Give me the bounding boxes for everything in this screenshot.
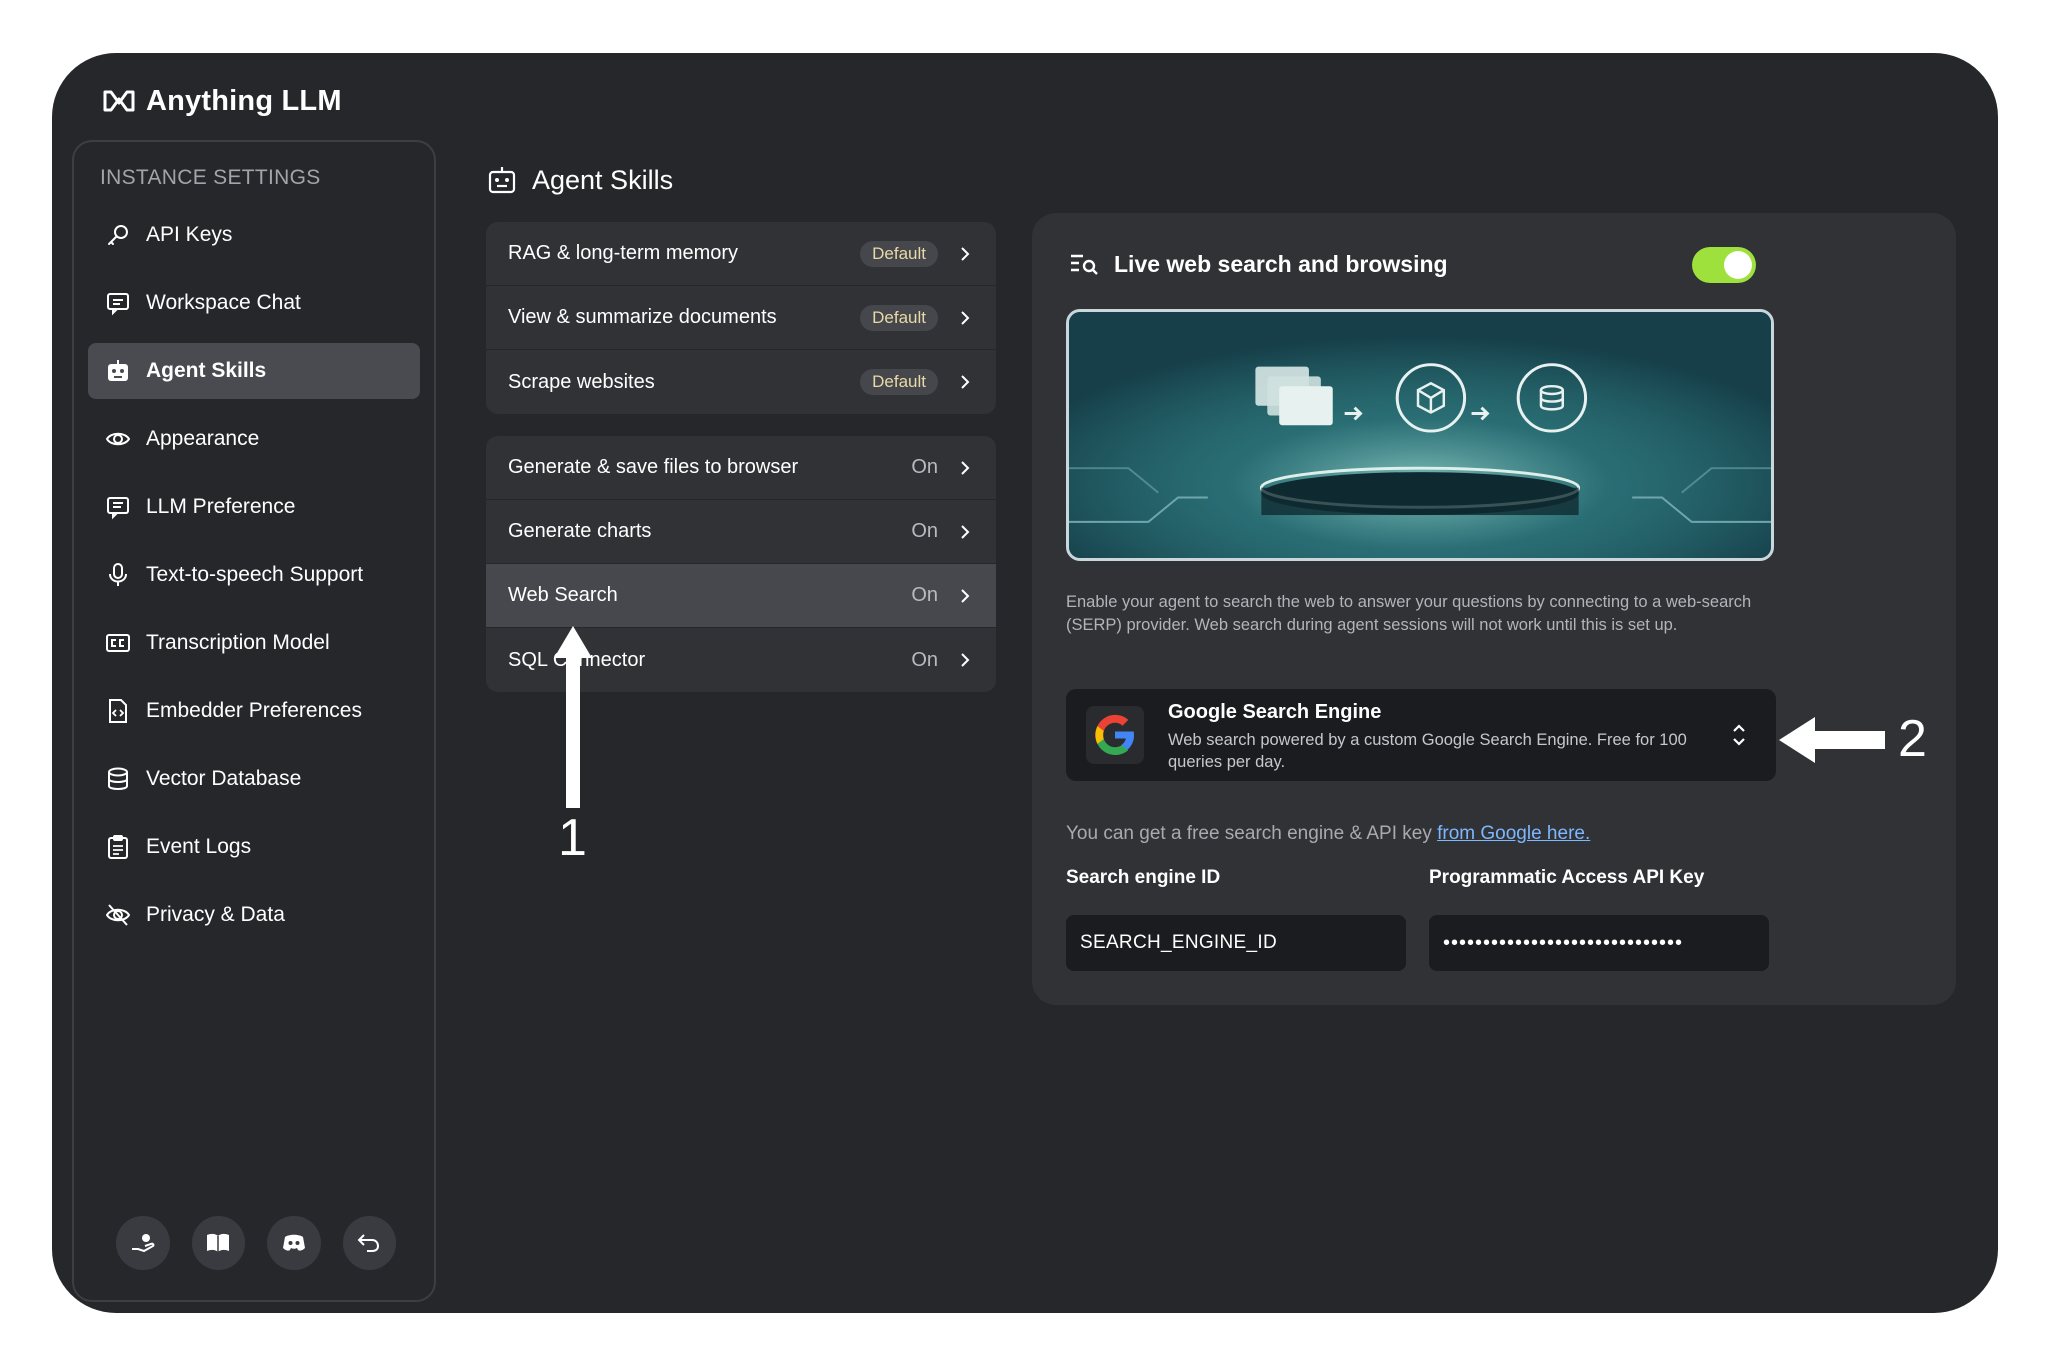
sidebar-item-privacy-data[interactable]: Privacy & Data [88, 887, 420, 943]
closed-caption-icon [104, 629, 132, 657]
chevron-right-icon [961, 310, 970, 325]
annotation-label-1: 1 [558, 809, 587, 867]
sidebar-item-label: Embedder Preferences [146, 699, 362, 722]
default-badge: Default [860, 240, 938, 267]
api-key-label: Programmatic Access API Key [1429, 867, 1705, 888]
microphone-icon [104, 561, 132, 589]
sidebar-item-label: Text-to-speech Support [146, 563, 364, 586]
page-title: Agent Skills [486, 158, 673, 202]
skill-label: Generate & save files to browser [508, 456, 799, 478]
skill-label: View & summarize documents [508, 306, 777, 328]
eye-slash-icon [104, 901, 132, 929]
skill-row-scrape-websites[interactable]: Scrape websites Default [486, 350, 996, 414]
skill-status: On [911, 456, 938, 478]
sidebar-item-agent-skills[interactable]: Agent Skills [88, 343, 420, 399]
skill-label: Web Search [508, 584, 618, 606]
sidebar-nav: API Keys Workspace Chat Agent Skills App… [88, 207, 420, 955]
back-arrow-icon[interactable] [342, 1216, 396, 1270]
skill-row-summarize-documents[interactable]: View & summarize documents Default [486, 286, 996, 350]
sidebar-item-appearance[interactable]: Appearance [88, 411, 420, 467]
sidebar-item-label: Vector Database [146, 767, 302, 790]
provider-name: Google Search Engine [1168, 701, 1382, 723]
sidebar-footer [116, 1216, 396, 1270]
sidebar-item-event-logs[interactable]: Event Logs [88, 819, 420, 875]
settings-sidebar: INSTANCE SETTINGS API Keys Workspace Cha… [72, 140, 436, 1302]
sidebar-item-label: Transcription Model [146, 631, 330, 654]
default-badge: Default [860, 369, 938, 395]
chevron-right-icon [961, 375, 970, 389]
sidebar-item-label: Workspace Chat [146, 291, 301, 314]
chevron-right-icon [961, 653, 970, 667]
skill-row-generate-charts[interactable]: Generate charts On [486, 500, 996, 564]
sidebar-item-workspace-chat[interactable]: Workspace Chat [88, 275, 420, 331]
google-logo-icon [1086, 706, 1144, 764]
annotation-arrow-left [1779, 717, 1885, 763]
key-icon [104, 221, 132, 249]
database-icon [104, 765, 132, 793]
app-window: Anything LLM INSTANCE SETTINGS API Keys … [52, 53, 1998, 1313]
skill-status: On [911, 648, 938, 671]
search-engine-id-input[interactable] [1066, 915, 1406, 971]
sidebar-item-transcription-model[interactable]: Transcription Model [88, 615, 420, 671]
sidebar-item-label: Event Logs [146, 835, 252, 858]
skill-label: Generate charts [508, 520, 652, 542]
google-api-link[interactable]: from Google here. [1437, 823, 1590, 844]
search-provider-select[interactable]: Google Search Engine Web search powered … [1066, 689, 1776, 781]
file-code-icon [104, 697, 132, 725]
skill-label: RAG & long-term memory [508, 242, 739, 264]
detail-description: Enable your agent to search the web to a… [1066, 593, 1752, 634]
default-skills-list: RAG & long-term memory Default View & su… [486, 222, 996, 414]
page-title-text: Agent Skills [532, 164, 674, 195]
skill-row-rag-memory[interactable]: RAG & long-term memory Default [486, 222, 996, 286]
sidebar-item-label: Appearance [146, 427, 260, 450]
skill-label: Scrape websites [508, 370, 655, 393]
skill-status: On [911, 520, 938, 542]
sidebar-item-label: Privacy & Data [146, 903, 285, 926]
sidebar-item-embedder-preferences[interactable]: Embedder Preferences [88, 683, 420, 739]
discord-icon[interactable] [267, 1216, 321, 1270]
list-search-icon [1071, 254, 1098, 275]
robot-icon [104, 357, 132, 385]
anything-llm-logo-icon [103, 90, 135, 112]
sidebar-item-llm-preference[interactable]: LLM Preference [88, 479, 420, 535]
chevron-right-icon [961, 460, 970, 475]
sidebar-item-vector-database[interactable]: Vector Database [88, 751, 420, 807]
clipboard-icon [104, 833, 132, 861]
chevron-up-down-icon [1733, 724, 1745, 746]
toggle-knob [1724, 251, 1752, 279]
skill-detail-panel: Live web search and browsing Enable your… [1032, 213, 1956, 1005]
sidebar-item-label: LLM Preference [146, 495, 296, 518]
support-icon[interactable] [116, 1216, 170, 1270]
web-search-illustration [1066, 309, 1774, 561]
chevron-right-icon [961, 588, 970, 603]
robot-icon [488, 167, 516, 194]
chat-text-icon [104, 493, 132, 521]
sidebar-item-text-to-speech[interactable]: Text-to-speech Support [88, 547, 420, 603]
chat-icon [104, 289, 132, 317]
chevron-right-icon [961, 246, 970, 261]
app-title: Anything LLM [146, 84, 342, 117]
provider-description: Web search powered by a custom Google Se… [1168, 731, 1687, 771]
sidebar-heading: INSTANCE SETTINGS [100, 166, 321, 189]
skill-status: On [911, 584, 938, 606]
eye-icon [104, 425, 132, 453]
annotation-arrow-up [554, 626, 592, 808]
api-note-text: You can get a free search engine & API k… [1066, 823, 1438, 844]
sidebar-item-api-keys[interactable]: API Keys [88, 207, 420, 263]
skill-row-save-files[interactable]: Generate & save files to browser On [486, 436, 996, 500]
api-key-note: You can get a free search engine & API k… [1066, 823, 1590, 845]
sidebar-item-label: Agent Skills [146, 359, 267, 382]
sidebar-item-label: API Keys [146, 223, 233, 246]
book-icon[interactable] [191, 1216, 245, 1270]
chevron-right-icon [961, 524, 970, 539]
default-badge: Default [860, 304, 938, 331]
api-key-input[interactable] [1429, 915, 1769, 971]
app-logo: Anything LLM [102, 79, 342, 123]
skill-enabled-toggle[interactable] [1692, 247, 1756, 283]
search-engine-id-label: Search engine ID [1066, 867, 1221, 888]
detail-title: Live web search and browsing [1114, 250, 1448, 277]
detail-header: Live web search and browsing [1068, 243, 1448, 285]
annotation-label-2: 2 [1898, 710, 1927, 768]
